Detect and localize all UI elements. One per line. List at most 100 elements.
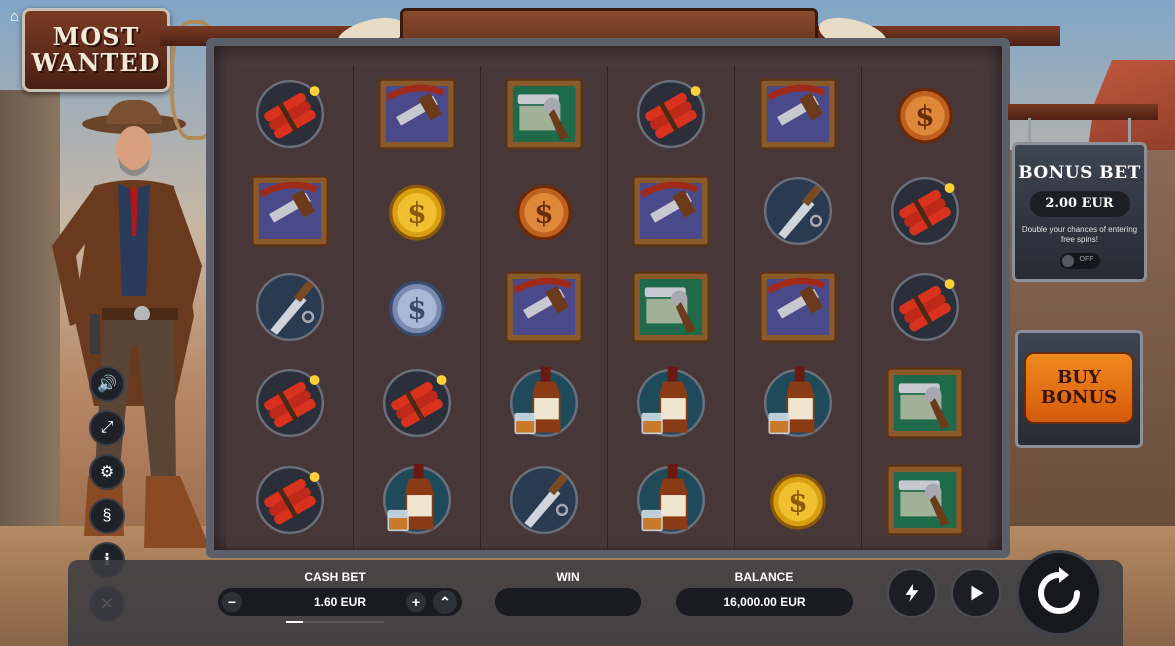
autoplay-button[interactable] (951, 568, 1001, 618)
toggle-label: OFF (1079, 256, 1094, 263)
balance-value: 16,000.00 EUR (723, 595, 806, 609)
paragraph-icon: § (102, 507, 112, 524)
reel-cell (353, 66, 480, 162)
reel-cell (607, 66, 734, 162)
plus-icon: + (411, 594, 421, 610)
dynamite-symbol (376, 362, 458, 444)
cash-bet-label: CASH BET (304, 570, 366, 584)
revolver-symbol (503, 73, 585, 155)
dynamite-symbol (249, 362, 331, 444)
cowboy-character (52, 99, 210, 548)
whiskey-symbol (757, 362, 839, 444)
buy-bonus-button[interactable]: BUY BONUS (1024, 352, 1134, 424)
bonus-bet-description: Double your chances of entering free spi… (1021, 225, 1138, 244)
reel-cell: $ (353, 259, 480, 355)
knife-symbol (757, 170, 839, 252)
sound-button[interactable]: 🔊 (89, 366, 125, 402)
reel-cell (861, 355, 988, 451)
shotgun-symbol (503, 266, 585, 348)
win-label: WIN (556, 570, 580, 584)
buy-bonus-line-2: BONUS (1040, 387, 1118, 408)
dynamite-symbol (249, 73, 331, 155)
decrease-bet-button[interactable]: − (222, 592, 242, 612)
silver-coin-symbol: $ (376, 266, 458, 348)
reel-cell (226, 355, 353, 451)
play-icon (971, 585, 984, 601)
minus-icon: − (227, 594, 237, 610)
revolver-symbol (884, 459, 966, 541)
reel-cell: $ (353, 162, 480, 258)
revolver-symbol (630, 266, 712, 348)
fullscreen-icon: ⤢ (100, 419, 114, 436)
shotgun-symbol (376, 73, 458, 155)
spin-arrow-icon (1038, 567, 1080, 614)
svg-text:$: $ (915, 100, 934, 133)
reel-divider (734, 66, 735, 548)
reel-cell (226, 259, 353, 355)
dynamite-symbol (884, 266, 966, 348)
sound-icon: 🔊 (97, 376, 117, 393)
chevron-up-icon: ⌃ (439, 593, 451, 610)
reel-cell (226, 66, 353, 162)
logo-line-2: WANTED (31, 48, 161, 77)
bet-level-fill (286, 621, 303, 623)
reel-cell: $ (734, 452, 861, 548)
bonus-bet-amount: 2.00 EUR (1029, 191, 1130, 217)
gold-coin-symbol: $ (376, 170, 458, 252)
win-field (495, 588, 641, 616)
reel-cell (734, 355, 861, 451)
svg-text:$: $ (407, 292, 426, 325)
gold-coin-symbol: $ (757, 459, 839, 541)
reel-cell (480, 452, 607, 548)
balance-label: BALANCE (734, 570, 794, 584)
bonus-bet-title: BONUS BET (1018, 163, 1141, 183)
sign-chain (1028, 118, 1031, 142)
gear-icon: ⚙ (99, 464, 115, 481)
toggle-knob (1061, 255, 1074, 267)
whiskey-symbol (630, 362, 712, 444)
bonus-bet-panel: BONUS BET 2.00 EUR Double your chances o… (1012, 142, 1147, 282)
reel-cell (734, 162, 861, 258)
reel-cell: $ (480, 162, 607, 258)
svg-text:$: $ (407, 196, 426, 229)
bonus-bet-toggle[interactable]: OFF (1059, 253, 1100, 269)
buy-bonus-line-1: BUY (1057, 367, 1101, 388)
logo-line-1: MOST (52, 22, 140, 51)
reel-cell (353, 452, 480, 548)
svg-text:$: $ (534, 196, 553, 229)
reel-cell (607, 259, 734, 355)
dynamite-symbol (630, 73, 712, 155)
reel-cell (353, 355, 480, 451)
balance-field: 16,000.00 EUR (676, 588, 853, 616)
knife-symbol (503, 459, 585, 541)
whiskey-symbol (503, 362, 585, 444)
shotgun-symbol (757, 73, 839, 155)
sign-chain (1128, 118, 1131, 142)
spin-button[interactable] (1016, 550, 1102, 636)
reel-divider (353, 66, 354, 548)
reel-cell (607, 162, 734, 258)
settings-button[interactable]: ⚙ (89, 454, 125, 490)
reel-cell (734, 66, 861, 162)
reel-cell (480, 259, 607, 355)
shotgun-symbol (630, 170, 712, 252)
bronze-coin-symbol: $ (503, 170, 585, 252)
paytable-button[interactable]: § (89, 498, 125, 534)
fullscreen-button[interactable]: ⤢ (89, 410, 125, 446)
reel-cell (861, 162, 988, 258)
reel-cell (861, 452, 988, 548)
turbo-button[interactable] (887, 568, 937, 618)
bet-options-button[interactable]: ⌃ (433, 590, 457, 614)
reel-cell (607, 355, 734, 451)
reel-cell (480, 66, 607, 162)
reel-cell (226, 452, 353, 548)
reel-cell (861, 259, 988, 355)
bet-level-slider[interactable] (286, 621, 384, 623)
shotgun-symbol (249, 170, 331, 252)
whiskey-symbol (376, 459, 458, 541)
bronze-coin-symbol: $ (884, 73, 966, 155)
cash-bet-value: 1.60 EUR (313, 595, 367, 609)
dynamite-symbol (884, 170, 966, 252)
reel-cell: $ (861, 66, 988, 162)
increase-bet-button[interactable]: + (406, 592, 426, 612)
